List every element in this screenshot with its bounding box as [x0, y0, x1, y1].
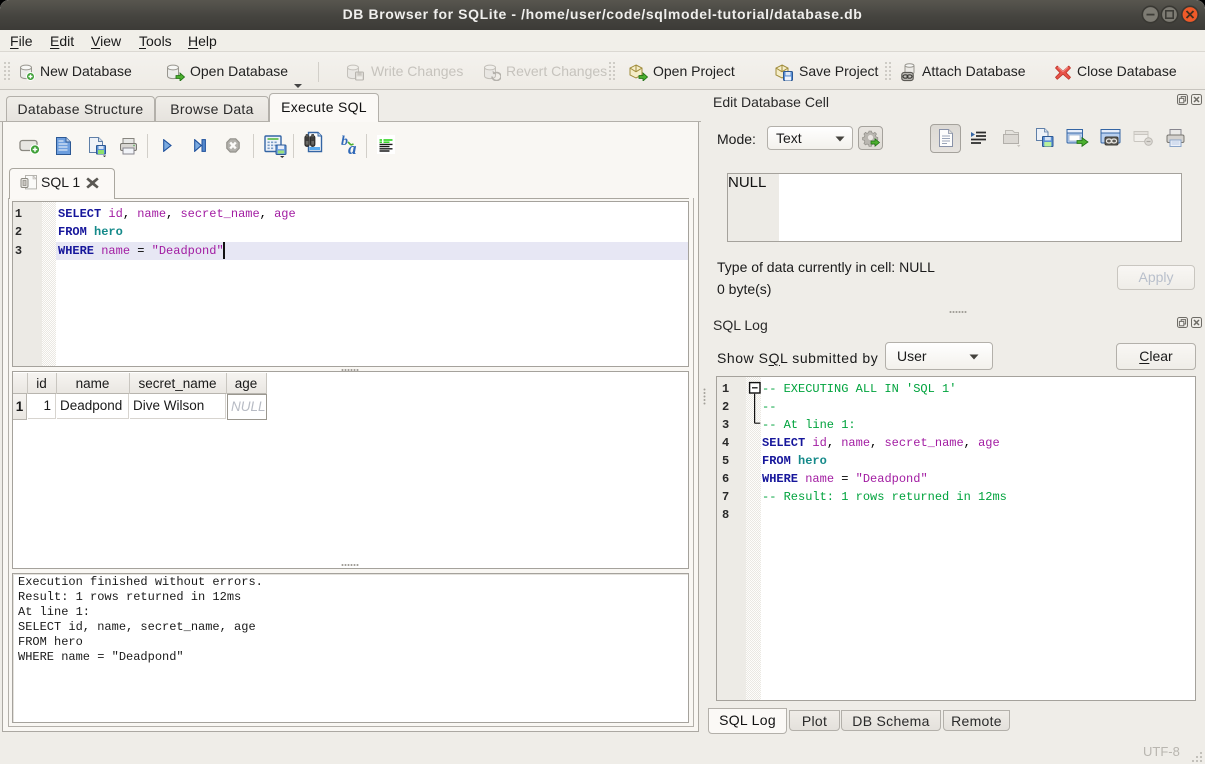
svg-text:b: b [341, 134, 348, 149]
svg-text:a: a [348, 139, 357, 155]
